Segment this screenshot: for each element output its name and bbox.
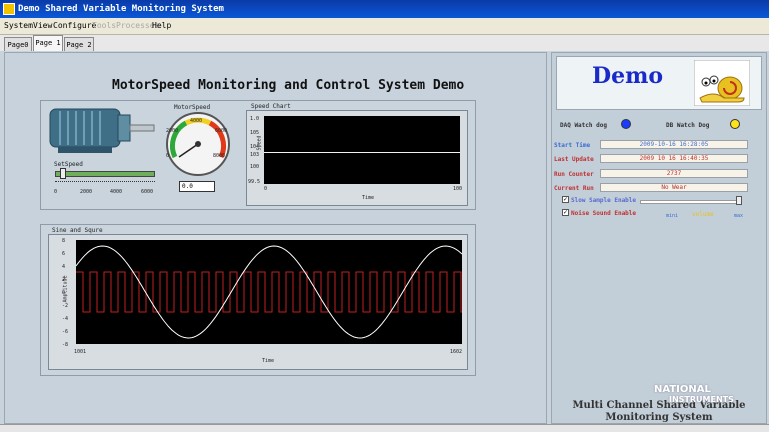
volume-max-label: max	[734, 213, 744, 219]
menu-tools[interactable]: Tools	[92, 18, 116, 34]
slow-sample-thumb[interactable]	[736, 196, 742, 205]
gauge-tick-6000: 6000	[215, 128, 228, 134]
run-counter-label: Run Counter	[554, 171, 594, 178]
ni-watermark-sub: INSTRUMENTS	[669, 395, 734, 404]
current-run-label: Current Run	[554, 185, 594, 192]
motor-icon	[49, 108, 155, 153]
db-watchdog-label: DB Watch Dog	[666, 122, 710, 129]
setspeed-tick-6000: 6000	[141, 189, 154, 195]
speed-ytick: 1.0	[250, 116, 260, 122]
speed-xtick-end: 100	[453, 186, 463, 192]
slow-sample-checkbox[interactable]: ✓	[562, 196, 569, 203]
gauge-label: MotorSpeed	[174, 104, 211, 111]
tab-page1[interactable]: Page 1	[33, 35, 63, 51]
sine-ylabel: Amplitude	[62, 275, 69, 303]
menu-help[interactable]: Help	[152, 18, 171, 34]
ni-watermark: NATIONAL	[654, 384, 711, 395]
gauge-readout: 0.0	[179, 181, 215, 192]
speed-chart-label: Speed Chart	[251, 103, 291, 110]
gauge-tick-8000: 8000	[213, 153, 226, 159]
daq-watchdog-led	[621, 119, 631, 129]
start-time-field: 2009-10-16 16:28:05	[600, 140, 748, 149]
setspeed-label: SetSpeed	[54, 161, 83, 168]
start-time-label: Start Time	[554, 142, 591, 149]
noise-sound-label: Noise Sound Enable	[571, 210, 637, 217]
slow-sample-label: Slow Sample Enable	[571, 197, 637, 204]
current-run-field: No Wear	[600, 183, 748, 192]
sine-ytick: -6	[62, 329, 69, 335]
sine-xtick-end: 1602	[450, 349, 463, 355]
run-counter-field: 2737	[600, 169, 748, 178]
last-update-field: 2009 10 16 16:40:35	[600, 154, 748, 163]
title-bar: Demo Shared Variable Monitoring System	[0, 0, 769, 18]
sine-xlabel: Time	[262, 358, 275, 364]
sine-ytick: 4	[62, 264, 66, 270]
sine-ytick: -2	[62, 303, 69, 309]
sine-chart-plot	[76, 240, 462, 344]
speed-ytick: 99.5	[248, 179, 261, 185]
volume-label: volume	[692, 211, 714, 218]
app-window: Demo Shared Variable Monitoring System S…	[0, 0, 769, 432]
daq-watchdog-label: DAQ Watch dog	[560, 122, 607, 129]
speed-chart-plot	[264, 116, 460, 184]
gauge-tick-0: 0	[166, 153, 170, 159]
setspeed-tick-4000: 4000	[110, 189, 123, 195]
speed-ytick: 100	[250, 164, 260, 170]
sine-xtick-start: 1001	[74, 349, 87, 355]
setspeed-thumb[interactable]	[59, 168, 66, 179]
sine-ytick: 6	[62, 251, 66, 257]
menu-configure[interactable]: Configure	[53, 18, 96, 34]
menu-bar: System View Configure Tools Processes He…	[0, 18, 769, 35]
setspeed-ticks	[55, 181, 155, 186]
demo-title: Demo	[592, 63, 664, 89]
noise-sound-checkbox[interactable]: ✓	[562, 209, 569, 216]
snail-logo-icon	[694, 60, 750, 106]
gauge-tick-2000: 2000	[166, 128, 179, 134]
speed-ylabel: Speed	[256, 135, 263, 151]
tab-page0[interactable]: Page0	[4, 37, 32, 51]
page-title: MotorSpeed Monitoring and Control System…	[112, 78, 465, 93]
speed-trace	[264, 152, 460, 153]
tab-page2[interactable]: Page 2	[64, 37, 94, 51]
setspeed-tick-0: 0	[54, 189, 58, 195]
menu-system[interactable]: System	[4, 18, 33, 34]
setspeed-tick-2000: 2000	[80, 189, 93, 195]
speed-xtick-start: 0	[264, 186, 268, 192]
sine-chart-label: Sine and Squre	[52, 227, 103, 234]
speed-xlabel: Time	[362, 195, 375, 201]
window-title: Demo Shared Variable Monitoring System	[18, 4, 224, 14]
volume-min-label: mini	[666, 213, 679, 219]
sine-ytick: -4	[62, 316, 69, 322]
app-icon	[3, 3, 15, 15]
last-update-label: Last Update	[554, 156, 594, 163]
speed-ytick: 103	[250, 152, 260, 158]
sine-ytick: 8	[62, 238, 66, 244]
sine-ytick: -8	[62, 342, 69, 348]
db-watchdog-led	[730, 119, 740, 129]
slow-sample-slider[interactable]	[640, 200, 742, 204]
setspeed-track[interactable]	[55, 171, 155, 177]
gauge-tick-4000: 4000	[190, 118, 203, 124]
tab-bar: Page0 Page 1 Page 2	[0, 35, 769, 51]
menu-view[interactable]: View	[33, 18, 52, 34]
